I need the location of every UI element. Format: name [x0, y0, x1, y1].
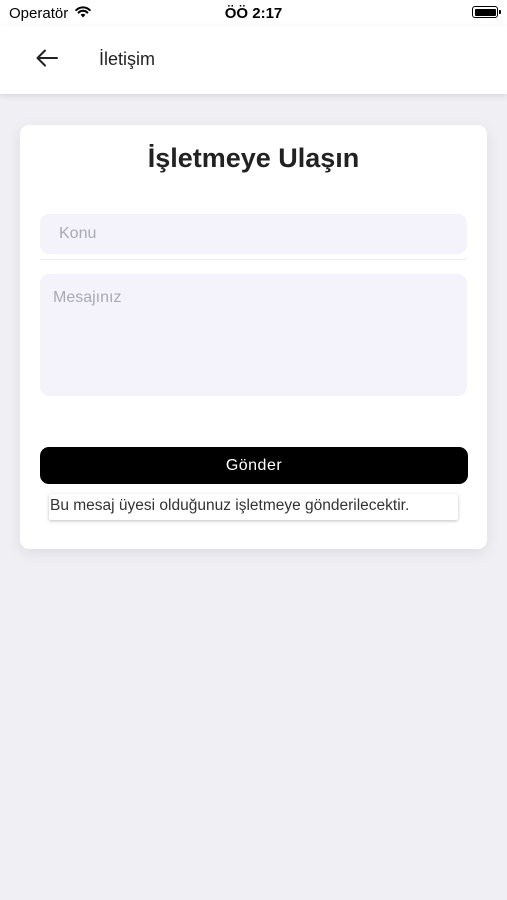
- divider: [40, 259, 467, 260]
- info-note: Bu mesaj üyesi olduğunuz işletmeye gönde…: [49, 494, 458, 520]
- battery-level: [474, 8, 496, 16]
- back-button[interactable]: [30, 45, 64, 75]
- arrow-left-icon: [35, 48, 59, 73]
- battery-icon: [472, 6, 501, 18]
- send-button[interactable]: Gönder: [40, 447, 468, 484]
- page-title: İletişim: [99, 49, 156, 69]
- status-time: ÖÖ 2:17: [224, 5, 283, 22]
- status-bar: Operatör ÖÖ 2:17: [0, 0, 507, 26]
- subject-input[interactable]: [40, 214, 467, 254]
- message-input[interactable]: [40, 274, 467, 396]
- form-title: İşletmeye Ulaşın: [147, 143, 360, 173]
- contact-card: İşletmeye Ulaşın Gönder Bu mesaj üyesi o…: [20, 125, 487, 549]
- app-header: İletişim: [0, 26, 507, 94]
